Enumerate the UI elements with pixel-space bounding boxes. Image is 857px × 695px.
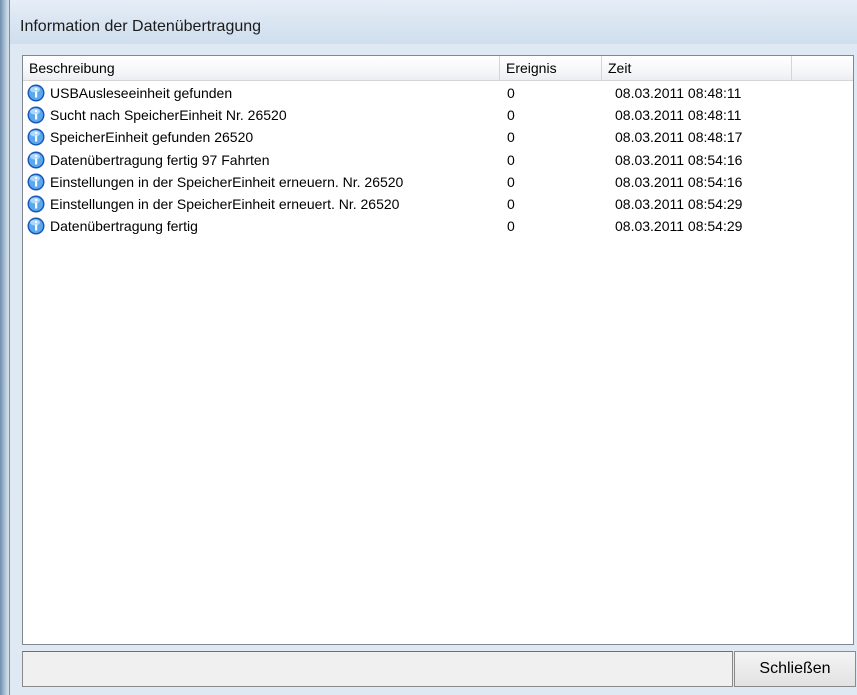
- row-description: USBAusleseeinheit gefunden: [50, 85, 233, 101]
- info-icon: [27, 84, 45, 102]
- title-bar[interactable]: Information der Datenübertragung: [10, 0, 857, 44]
- row-event: 0: [507, 173, 515, 190]
- row-event: 0: [507, 195, 515, 212]
- info-icon: [27, 106, 45, 124]
- row-time: 08.03.2011 08:48:17: [615, 129, 743, 146]
- list-header: Beschreibung Ereignis Zeit: [23, 56, 853, 81]
- close-button[interactable]: Schließen: [734, 651, 856, 687]
- row-time: 08.03.2011 08:48:11: [615, 107, 742, 124]
- row-description: SpeicherEinheit gefunden 26520: [50, 129, 254, 146]
- list-item[interactable]: Sucht nach SpeicherEinheit Nr. 26520 0 0…: [23, 104, 853, 126]
- row-time: 08.03.2011 08:54:16: [615, 151, 743, 168]
- list-item[interactable]: Datenübertragung fertig 0 08.03.2011 08:…: [23, 215, 853, 237]
- list-item[interactable]: Einstellungen in der SpeicherEinheit ern…: [23, 171, 853, 193]
- row-time: 08.03.2011 08:48:11: [615, 85, 742, 101]
- list-item[interactable]: USBAusleseeinheit gefunden 0 08.03.2011 …: [23, 82, 853, 104]
- dialog-window: Information der Datenübertragung Beschre…: [9, 0, 857, 695]
- row-description: Sucht nach SpeicherEinheit Nr. 26520: [50, 107, 287, 124]
- row-time: 08.03.2011 08:54:29: [615, 218, 743, 235]
- list-rows: USBAusleseeinheit gefunden 0 08.03.2011 …: [23, 82, 853, 237]
- status-bar: [22, 651, 733, 687]
- row-time: 08.03.2011 08:54:16: [615, 173, 743, 190]
- info-icon: [27, 217, 45, 235]
- event-list[interactable]: Beschreibung Ereignis Zeit USBAusleseein…: [22, 55, 854, 645]
- row-description: Einstellungen in der SpeicherEinheit ern…: [50, 173, 404, 190]
- row-description: Datenübertragung fertig 97 Fahrten: [50, 151, 270, 168]
- info-icon: [27, 151, 45, 169]
- row-event: 0: [507, 129, 515, 146]
- column-header-description[interactable]: Beschreibung: [23, 56, 500, 80]
- row-description: Datenübertragung fertig: [50, 218, 198, 235]
- row-event: 0: [507, 218, 515, 235]
- column-header-time[interactable]: Zeit: [602, 56, 792, 80]
- window-title: Information der Datenübertragung: [20, 18, 262, 35]
- list-item[interactable]: Datenübertragung fertig 97 Fahrten 0 08.…: [23, 149, 853, 171]
- row-description: Einstellungen in der SpeicherEinheit ern…: [50, 195, 400, 212]
- row-event: 0: [507, 107, 515, 124]
- column-header-spacer: [792, 56, 853, 80]
- info-icon: [27, 173, 45, 191]
- list-item[interactable]: SpeicherEinheit gefunden 26520 0 08.03.2…: [23, 126, 853, 148]
- column-header-event[interactable]: Ereignis: [500, 56, 602, 80]
- row-event: 0: [507, 85, 515, 101]
- row-event: 0: [507, 151, 515, 168]
- row-time: 08.03.2011 08:54:29: [615, 195, 743, 212]
- info-icon: [27, 128, 45, 146]
- list-item[interactable]: Einstellungen in der SpeicherEinheit ern…: [23, 193, 853, 215]
- info-icon: [27, 195, 45, 213]
